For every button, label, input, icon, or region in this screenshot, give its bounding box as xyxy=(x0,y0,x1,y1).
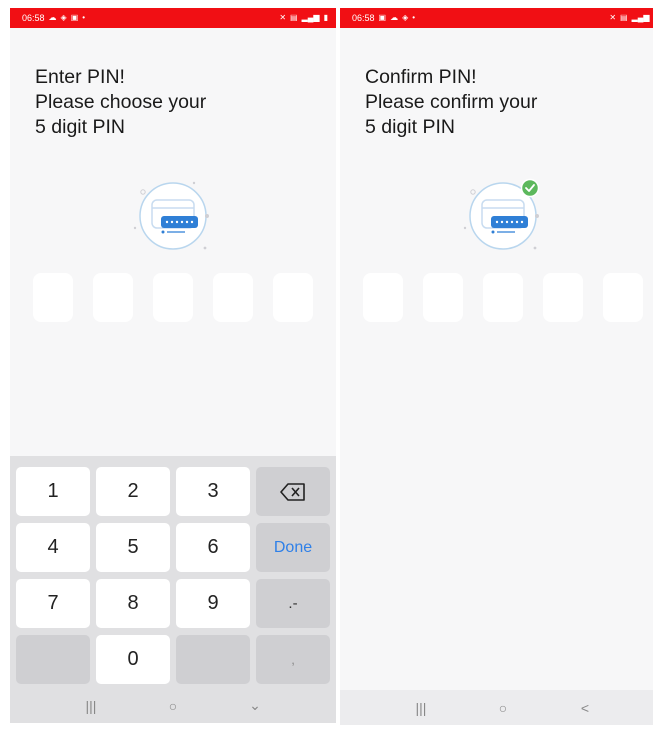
title-line-1: Enter PIN! xyxy=(35,66,125,88)
confirm-pin-screen: 06:58 ▣ ☁ ◈ • ✕ ▤ ▂▄▆ ▮ Confirm PIN! Ple… xyxy=(340,8,653,725)
notification-icon: ◈ xyxy=(402,13,409,22)
pin-card-illustration-icon xyxy=(133,181,209,250)
mute-icon: ✕ xyxy=(279,13,287,22)
gallery-icon: ▣ xyxy=(70,13,79,22)
mute-icon: ✕ xyxy=(609,13,617,22)
home-button[interactable]: ○ xyxy=(153,698,193,714)
backspace-key[interactable] xyxy=(256,467,330,516)
page-title: Confirm PIN! Please confirm your 5 digit… xyxy=(365,65,537,140)
title-line-2: Please confirm your xyxy=(365,91,538,113)
blank-key xyxy=(16,635,90,684)
key-5[interactable]: 5 xyxy=(96,523,170,572)
pin-digit-box[interactable] xyxy=(93,273,133,322)
pin-input-row xyxy=(33,273,313,322)
system-nav-bar: ||| ○ ⌄ xyxy=(10,688,336,723)
dot-icon: • xyxy=(412,13,416,22)
pin-digit-box[interactable] xyxy=(153,273,193,322)
cloud-icon: ☁ xyxy=(48,13,57,22)
signal-icon: ▂▄▆ xyxy=(631,13,650,22)
pin-digit-box[interactable] xyxy=(603,273,643,322)
title-line-1: Confirm PIN! xyxy=(365,66,477,88)
pin-digit-box[interactable] xyxy=(273,273,313,322)
key-2[interactable]: 2 xyxy=(96,467,170,516)
gallery-icon: ▣ xyxy=(378,13,387,22)
backspace-icon xyxy=(280,482,305,501)
status-bar: 06:58 ☁ ◈ ▣ • ✕ ▤ ▂▄▆ ▮ xyxy=(10,8,336,28)
dot-icon: • xyxy=(82,13,86,22)
pin-digit-box[interactable] xyxy=(423,273,463,322)
recents-button[interactable]: ||| xyxy=(401,700,441,716)
pin-digit-box[interactable] xyxy=(543,273,583,322)
system-nav-bar: ||| ○ < xyxy=(340,690,653,725)
recents-button[interactable]: ||| xyxy=(71,698,111,714)
hide-keyboard-button[interactable]: ⌄ xyxy=(235,697,275,714)
pin-input-row xyxy=(363,273,643,322)
pin-digit-box[interactable] xyxy=(213,273,253,322)
battery-icon: ▮ xyxy=(323,13,328,22)
comma-key[interactable]: , xyxy=(256,635,330,684)
key-8[interactable]: 8 xyxy=(96,579,170,628)
pin-digit-box[interactable] xyxy=(483,273,523,322)
key-7[interactable]: 7 xyxy=(16,579,90,628)
numeric-keyboard: 1 2 3 4 5 6 Done 7 8 9 .- 0 , xyxy=(10,456,336,688)
title-line-3: 5 digit PIN xyxy=(365,116,455,138)
signal-icon: ▂▄▆ xyxy=(301,13,320,22)
status-time: 06:58 xyxy=(22,13,45,23)
key-0[interactable]: 0 xyxy=(96,635,170,684)
key-1[interactable]: 1 xyxy=(16,467,90,516)
home-button[interactable]: ○ xyxy=(483,700,523,716)
enter-pin-screen: 06:58 ☁ ◈ ▣ • ✕ ▤ ▂▄▆ ▮ Enter PIN! Pleas… xyxy=(10,8,336,723)
page-title: Enter PIN! Please choose your 5 digit PI… xyxy=(35,65,206,140)
key-3[interactable]: 3 xyxy=(176,467,250,516)
back-button[interactable]: < xyxy=(565,700,605,716)
key-6[interactable]: 6 xyxy=(176,523,250,572)
pin-digit-box[interactable] xyxy=(363,273,403,322)
status-time: 06:58 xyxy=(352,13,375,23)
notification-icon: ◈ xyxy=(60,13,67,22)
check-badge-icon xyxy=(520,178,540,198)
symbol-key[interactable]: .- xyxy=(256,579,330,628)
title-line-2: Please choose your xyxy=(35,91,207,113)
blank-key xyxy=(176,635,250,684)
status-bar: 06:58 ▣ ☁ ◈ • ✕ ▤ ▂▄▆ ▮ xyxy=(340,8,653,28)
title-line-3: 5 digit PIN xyxy=(35,116,125,138)
done-key[interactable]: Done xyxy=(256,523,330,572)
cloud-icon: ☁ xyxy=(390,13,399,22)
volte-icon: ▤ xyxy=(290,13,298,22)
pin-card-confirmed-illustration-icon xyxy=(463,178,540,250)
key-4[interactable]: 4 xyxy=(16,523,90,572)
key-9[interactable]: 9 xyxy=(176,579,250,628)
pin-digit-box[interactable] xyxy=(33,273,73,322)
volte-icon: ▤ xyxy=(620,13,628,22)
